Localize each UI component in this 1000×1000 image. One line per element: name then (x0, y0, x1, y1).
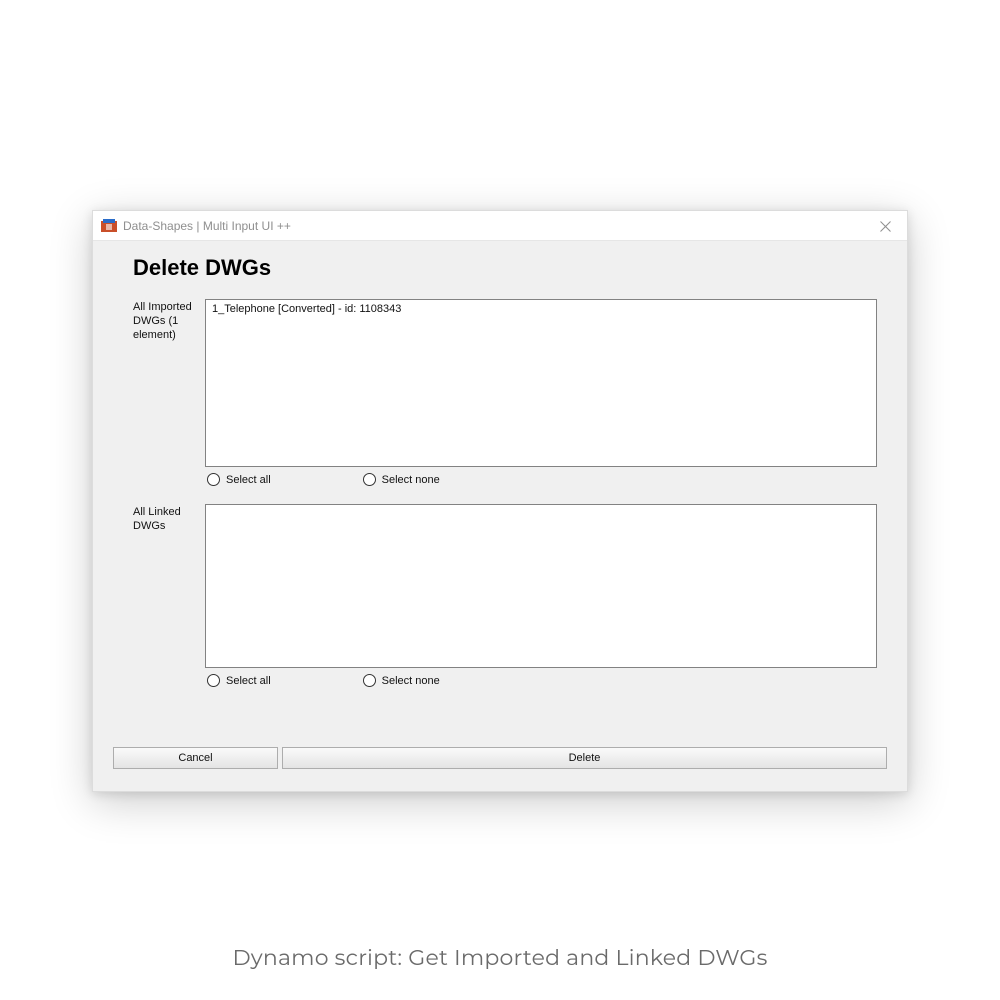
radio-icon (207, 674, 220, 687)
group-linked-right: Select all Select none (205, 504, 877, 687)
group-linked-dwgs: All Linked DWGs Select all Select none (133, 504, 887, 687)
group-imported-label-line1: All Imported DWGs (133, 301, 192, 327)
group-linked-label: All Linked DWGs (133, 504, 205, 534)
linked-select-none-radio[interactable]: Select none (363, 674, 440, 687)
list-item[interactable]: 1_Telephone [Converted] - id: 1108343 (212, 302, 870, 316)
dialog-heading: Delete DWGs (133, 255, 887, 281)
group-linked-label-text: All Linked DWGs (133, 506, 181, 532)
page-caption: Dynamo script: Get Imported and Linked D… (0, 944, 1000, 971)
group-imported-label: All Imported DWGs (1 element) (133, 299, 205, 342)
linked-listbox[interactable] (205, 504, 877, 668)
radio-icon (363, 674, 376, 687)
radio-label: Select none (382, 675, 440, 687)
group-imported-dwgs: All Imported DWGs (1 element) 1_Telephon… (133, 299, 887, 486)
imported-select-none-radio[interactable]: Select none (363, 473, 440, 486)
button-row: Cancel Delete (113, 747, 887, 769)
radio-label: Select none (382, 474, 440, 486)
dialog-content: Delete DWGs All Imported DWGs (1 element… (93, 241, 907, 687)
linked-radio-row: Select all Select none (205, 674, 877, 687)
radio-icon (207, 473, 220, 486)
imported-radio-row: Select all Select none (205, 473, 877, 486)
imported-select-all-radio[interactable]: Select all (207, 473, 271, 486)
imported-listbox[interactable]: 1_Telephone [Converted] - id: 1108343 (205, 299, 877, 467)
close-button[interactable] (863, 211, 907, 241)
radio-icon (363, 473, 376, 486)
dialog-window: Data-Shapes | Multi Input UI ++ Delete D… (92, 210, 908, 792)
group-imported-right: 1_Telephone [Converted] - id: 1108343 Se… (205, 299, 877, 486)
window-title: Data-Shapes | Multi Input UI ++ (123, 219, 291, 233)
titlebar: Data-Shapes | Multi Input UI ++ (93, 211, 907, 241)
linked-select-all-radio[interactable]: Select all (207, 674, 271, 687)
radio-label: Select all (226, 474, 271, 486)
app-icon (101, 218, 117, 234)
cancel-button[interactable]: Cancel (113, 747, 278, 769)
delete-button[interactable]: Delete (282, 747, 887, 769)
radio-label: Select all (226, 675, 271, 687)
